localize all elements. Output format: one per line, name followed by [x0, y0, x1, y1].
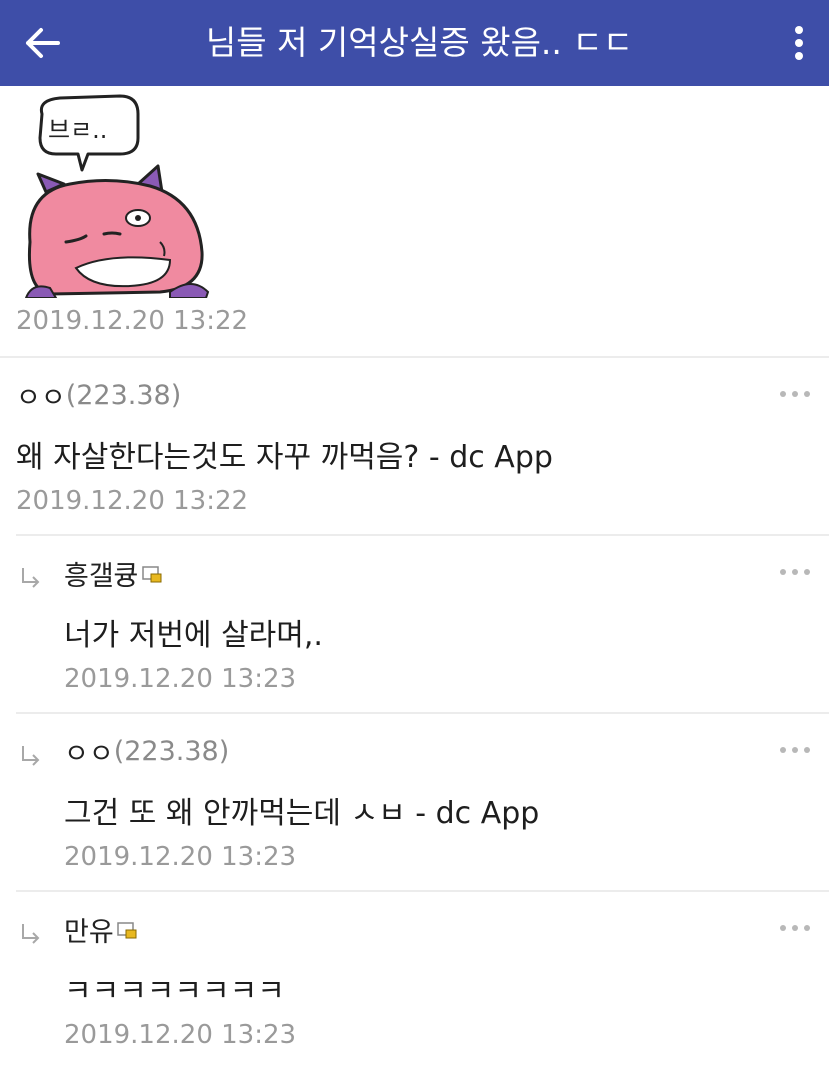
dot: [792, 747, 798, 753]
reply-arrow-icon: [22, 746, 40, 766]
dot: [804, 569, 810, 575]
page-title: 님들 저 기억상실증 왔음.. ㄷㄷ: [205, 23, 634, 62]
comment-text: ㅋㅋㅋㅋㅋㅋㅋㅋ: [64, 974, 285, 1009]
comment-text: 왜 자살한다는것도 자꾸 까먹음? - dc App: [16, 440, 553, 475]
dot: [804, 925, 810, 931]
overflow-menu-button[interactable]: [777, 18, 821, 68]
dot: [792, 925, 798, 931]
author-nickname: 만유: [64, 917, 114, 948]
dot: [780, 569, 786, 575]
author-nickname: ㅇㅇ: [16, 383, 66, 414]
author-ip: (223.38): [65, 380, 182, 411]
member-badge-icon: [116, 921, 137, 938]
reply-arrow-icon: [22, 568, 40, 588]
comment-more-button[interactable]: [773, 740, 817, 760]
comment-more-button[interactable]: [773, 562, 817, 582]
dot: [792, 391, 798, 397]
reply-item: 만유 ㅋㅋㅋㅋㅋㅋㅋㅋ 2019.12.20 13:23: [0, 892, 829, 1070]
comment-author[interactable]: ㅇㅇ (223.38): [16, 376, 181, 415]
post-date: 2019.12.20 13:22: [16, 306, 249, 336]
dot: [804, 747, 810, 753]
comment-author[interactable]: 만유: [64, 910, 137, 949]
author-nickname: 흥갤큥: [64, 561, 139, 592]
author-ip: (223.38): [113, 736, 230, 767]
comment-item: ㅇㅇ (223.38) 왜 자살한다는것도 자꾸 까먹음? - dc App 20…: [0, 358, 829, 536]
dot: [780, 747, 786, 753]
comment-date: 2019.12.20 13:23: [64, 664, 297, 694]
comment-date: 2019.12.20 13:23: [64, 1020, 297, 1050]
comment-more-button[interactable]: [773, 918, 817, 938]
author-nickname: ㅇㅇ: [64, 739, 114, 770]
dot: [792, 569, 798, 575]
comment-author[interactable]: ㅇㅇ (223.38): [64, 732, 229, 771]
comment-text: 그건 또 왜 안까먹는데 ㅅㅂ - dc App: [64, 796, 540, 831]
back-button[interactable]: [18, 18, 68, 68]
vertical-dots-icon: [795, 26, 803, 60]
comment-more-button[interactable]: [773, 384, 817, 404]
reply-arrow-icon: [22, 924, 40, 944]
member-badge-icon: [141, 565, 162, 582]
dot: [780, 391, 786, 397]
comment-text: 너가 저번에 살라며,.: [64, 618, 323, 653]
arrow-left-icon: [26, 28, 60, 58]
comment-date: 2019.12.20 13:22: [16, 486, 249, 516]
top-app-bar: 님들 저 기억상실증 왔음.. ㄷㄷ: [0, 0, 829, 86]
sticker-speech-text: 브ㄹ..: [48, 116, 107, 144]
comment-author[interactable]: 흥갤큥: [64, 554, 162, 593]
dot: [804, 391, 810, 397]
comment-date: 2019.12.20 13:23: [64, 842, 297, 872]
dot: [780, 925, 786, 931]
reply-item: ㅇㅇ (223.38) 그건 또 왜 안까먹는데 ㅅㅂ - dc App 2019…: [0, 714, 829, 892]
post-sticker-image: 브ㄹ..: [20, 92, 220, 299]
reply-item: 흥갤큥 너가 저번에 살라며,. 2019.12.20 13:23: [0, 536, 829, 714]
